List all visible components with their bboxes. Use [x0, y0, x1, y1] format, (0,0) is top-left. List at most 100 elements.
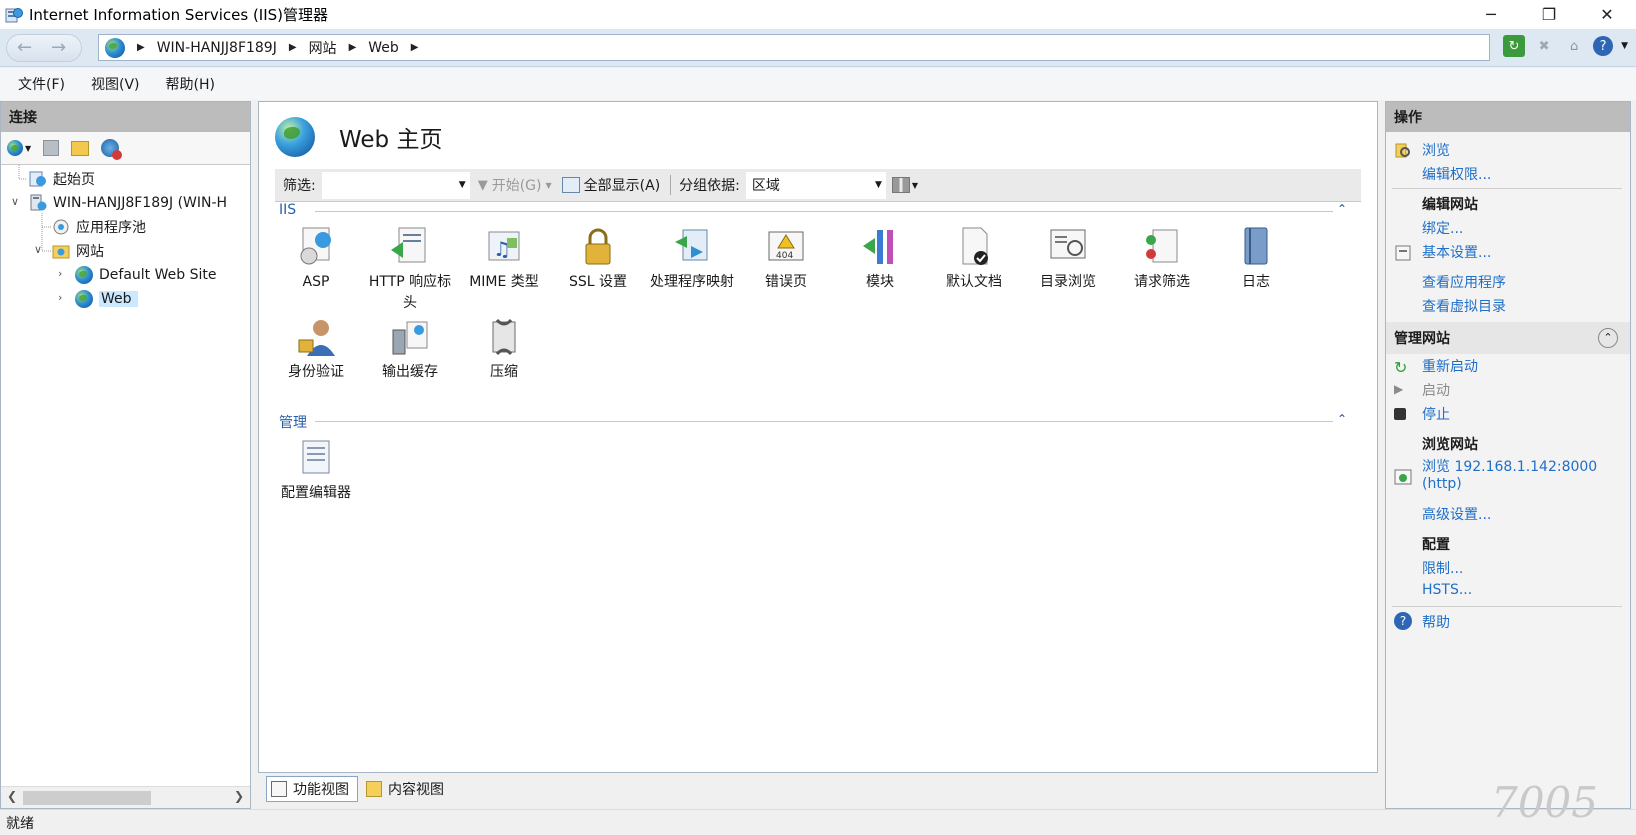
dropdown-caret-icon[interactable]: ▼ [875, 180, 882, 190]
folder-up-icon[interactable] [71, 140, 90, 156]
tab-features-view[interactable]: 功能视图 [266, 776, 358, 802]
breadcrumb-server[interactable]: WIN-HANJJ8F189J [157, 40, 277, 56]
log-book-icon [1235, 226, 1277, 268]
breadcrumb-sites[interactable]: 网站 [309, 38, 337, 58]
scroll-right-icon[interactable]: ❯ [234, 789, 244, 803]
address-breadcrumb[interactable]: ▶ WIN-HANJJ8F189J ▶ 网站 ▶ Web ▶ [98, 34, 1490, 61]
action-browse[interactable]: 浏览 [1422, 140, 1450, 160]
dropdown-caret-icon[interactable]: ▼ [459, 180, 466, 190]
globe-icon [105, 37, 125, 58]
feature-mime-types[interactable]: ♫ MIME 类型 [457, 226, 551, 293]
action-bindings[interactable]: 绑定... [1422, 218, 1463, 238]
tree-item-server[interactable]: WIN-HANJJ8F189J (WIN-H [29, 191, 227, 215]
feature-asp[interactable]: ASP [269, 226, 363, 293]
collapse-icon[interactable]: ⌃ [1337, 412, 1347, 426]
view-mode-button[interactable]: ▼ [891, 177, 918, 193]
action-advanced-settings[interactable]: 高级设置... [1422, 504, 1491, 524]
feature-label: 错误页 [765, 274, 807, 290]
tab-content-view[interactable]: 内容视图 [362, 776, 452, 802]
feature-http-headers[interactable]: HTTP 响应标头 [363, 226, 457, 314]
chevron-right-icon[interactable]: ▶ [411, 42, 419, 53]
chevron-right-icon[interactable]: › [58, 291, 62, 304]
feature-directory-browsing[interactable]: 目录浏览 [1021, 226, 1115, 293]
feature-configuration-editor[interactable]: 配置编辑器 [269, 437, 363, 504]
action-view-virtual-dirs[interactable]: 查看虚拟目录 [1422, 296, 1506, 316]
feature-logging[interactable]: 日志 [1209, 226, 1303, 293]
sites-folder-icon [52, 242, 70, 260]
action-limits[interactable]: 限制... [1422, 558, 1463, 578]
feature-error-pages[interactable]: 404 错误页 [739, 226, 833, 293]
action-start[interactable]: 启动 [1422, 380, 1450, 400]
feature-request-filtering[interactable]: 请求筛选 [1115, 226, 1209, 293]
feature-modules[interactable]: 模块 [833, 226, 927, 293]
dropdown-caret-icon[interactable]: ▼ [546, 181, 552, 190]
action-restart[interactable]: 重新启动 [1422, 356, 1478, 376]
menu-file[interactable]: 文件(F) [18, 74, 65, 94]
save-icon[interactable] [43, 140, 60, 156]
collapse-icon[interactable]: ⌃ [1337, 202, 1347, 216]
scroll-thumb[interactable] [23, 791, 151, 805]
disconnect-icon[interactable] [101, 139, 123, 160]
page-title: Web 主页 [339, 127, 443, 153]
action-help[interactable]: 帮助 [1422, 612, 1450, 632]
feature-authentication[interactable]: 身份验证 [269, 316, 363, 383]
feature-output-caching[interactable]: 输出缓存 [363, 316, 457, 383]
feature-handler-mappings[interactable]: 处理程序映射 [645, 226, 739, 293]
horizontal-scrollbar[interactable]: ❮ ❯ [1, 786, 250, 808]
group-by-select[interactable]: 区域 ▼ [745, 171, 886, 199]
chevron-right-icon[interactable]: › [58, 267, 62, 280]
home-icon[interactable]: ⌂ [1563, 35, 1585, 57]
minimize-button[interactable]: ─ [1462, 0, 1520, 29]
tree-item-web[interactable]: Web [75, 287, 138, 311]
request-filtering-icon [1141, 226, 1183, 268]
maximize-button[interactable]: ❐ [1520, 0, 1578, 29]
forward-arrow-icon[interactable]: → [51, 37, 66, 58]
go-button[interactable]: ▼ 开始(G) ▼ [478, 175, 552, 195]
action-stop[interactable]: 停止 [1422, 404, 1450, 424]
help-icon[interactable]: ? [1593, 36, 1614, 56]
action-basic-settings[interactable]: 基本设置... [1422, 242, 1491, 262]
action-browse-url-protocol[interactable]: (http) [1422, 476, 1462, 492]
dropdown-caret-icon[interactable]: ▼ [1621, 41, 1628, 51]
chevron-down-icon[interactable]: ∨ [11, 195, 19, 208]
dropdown-caret-icon[interactable]: ▼ [912, 181, 918, 190]
settings-page-icon [1394, 244, 1412, 262]
tree-item-app-pools[interactable]: 应用程序池 [52, 215, 146, 239]
tree-label: WIN-HANJJ8F189J (WIN-H [53, 195, 228, 211]
action-hsts[interactable]: HSTS... [1422, 582, 1472, 598]
chevron-down-icon[interactable]: ∨ [34, 243, 42, 256]
configuration-editor-icon [295, 437, 337, 479]
breadcrumb-web[interactable]: Web [368, 40, 399, 56]
help-icon: ? [1394, 612, 1412, 630]
connections-toolbar: ▼ [1, 132, 250, 165]
filter-input[interactable]: ▼ [321, 171, 470, 199]
action-edit-permissions[interactable]: 编辑权限... [1422, 164, 1491, 184]
menu-view[interactable]: 视图(V) [91, 74, 140, 94]
action-browse-url[interactable]: 浏览 192.168.1.142:8000 [1422, 456, 1597, 476]
collapse-circle-icon[interactable]: ⌃ [1598, 328, 1618, 348]
action-view-applications[interactable]: 查看应用程序 [1422, 272, 1506, 292]
chevron-right-icon[interactable]: ▶ [289, 42, 297, 53]
feature-compression[interactable]: 压缩 [457, 316, 551, 383]
tree-item-default-web-site[interactable]: Default Web Site [75, 263, 216, 287]
feature-default-document[interactable]: 默认文档 [927, 226, 1021, 293]
tree-item-sites[interactable]: 网站 [52, 239, 104, 263]
chevron-right-icon[interactable]: ▶ [137, 42, 145, 53]
back-arrow-icon[interactable]: ← [17, 37, 32, 58]
close-button[interactable]: ✕ [1578, 0, 1636, 29]
tree-item-start-page[interactable]: 起始页 [29, 167, 95, 191]
chevron-right-icon[interactable]: ▶ [349, 42, 357, 53]
feature-ssl-settings[interactable]: SSL 设置 [551, 226, 645, 293]
stop-icon[interactable]: ✖ [1533, 35, 1555, 57]
http-headers-icon [389, 226, 431, 268]
refresh-icon[interactable]: ↻ [1503, 35, 1526, 57]
show-all-button[interactable]: 全部显示(A) [561, 175, 660, 195]
connect-globe-icon[interactable]: ▼ [7, 140, 31, 156]
status-text: 就绪 [6, 815, 34, 832]
menu-help[interactable]: 帮助(H) [166, 74, 215, 94]
feature-label: ASP [302, 274, 330, 290]
actions-header: 操作 [1386, 102, 1630, 132]
play-icon: ▶ [1394, 382, 1404, 396]
group-header-iis: IIS [279, 202, 297, 218]
scroll-left-icon[interactable]: ❮ [7, 789, 17, 803]
